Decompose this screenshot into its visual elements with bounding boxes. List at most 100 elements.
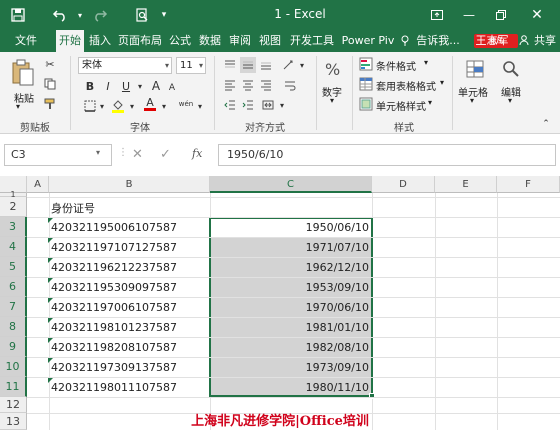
- column-header-c[interactable]: C: [210, 176, 372, 193]
- user-name[interactable]: 王志军: [470, 30, 514, 52]
- paste-icon[interactable]: [8, 56, 38, 90]
- align-right-icon[interactable]: [258, 77, 274, 93]
- row-header[interactable]: 12: [0, 397, 27, 413]
- cell-c5[interactable]: 1962/12/10: [210, 261, 372, 274]
- row-header[interactable]: 13: [0, 413, 27, 430]
- paste-dropdown-icon[interactable]: ▾: [16, 102, 20, 111]
- format-as-table-dropdown-icon[interactable]: ▾: [440, 78, 444, 87]
- formula-input[interactable]: 1950/6/10: [218, 144, 556, 166]
- tab-formulas[interactable]: 公式: [166, 30, 194, 52]
- editing-dropdown-icon[interactable]: ▾: [508, 96, 512, 105]
- collapse-ribbon-icon[interactable]: ⌃: [538, 116, 554, 132]
- cut-icon[interactable]: ✂: [42, 56, 58, 72]
- tab-review[interactable]: 审阅: [226, 30, 254, 52]
- format-as-table-icon[interactable]: [358, 76, 374, 92]
- cancel-entry-icon[interactable]: ✕: [132, 147, 143, 162]
- align-bottom-icon[interactable]: [258, 57, 274, 73]
- font-name-select[interactable]: 宋体 ▾: [78, 57, 172, 74]
- cell-c6[interactable]: 1953/09/10: [210, 281, 372, 294]
- number-dropdown-icon[interactable]: ▾: [330, 96, 334, 105]
- tab-file[interactable]: 文件: [10, 30, 42, 52]
- number-format-icon[interactable]: %: [322, 56, 346, 82]
- row-header[interactable]: 8: [0, 317, 27, 337]
- cell-b2[interactable]: 身份证号: [51, 200, 95, 216]
- row-header[interactable]: 3: [0, 217, 27, 237]
- cell-c8[interactable]: 1981/01/10: [210, 321, 372, 334]
- tab-developer[interactable]: 开发工具: [286, 30, 338, 52]
- row-header[interactable]: 4: [0, 237, 27, 257]
- name-box-dropdown-icon[interactable]: ▾: [96, 148, 100, 157]
- spreadsheet-grid[interactable]: A B C D E F 1 2 3 4 5 6 7 8 9 10 11 12 1…: [0, 176, 560, 430]
- cell-b10[interactable]: 420321197309137587: [51, 361, 177, 374]
- wrap-text-icon[interactable]: [282, 77, 298, 93]
- font-size-select[interactable]: 11 ▾: [176, 57, 206, 74]
- format-as-table-label[interactable]: 套用表格格式: [376, 78, 436, 93]
- print-preview-icon[interactable]: [132, 5, 152, 25]
- bold-button[interactable]: B: [82, 78, 98, 94]
- conditional-formatting-dropdown-icon[interactable]: ▾: [424, 58, 428, 67]
- conditional-formatting-icon[interactable]: [358, 56, 374, 72]
- restore-icon[interactable]: [488, 5, 514, 25]
- cell-styles-dropdown-icon[interactable]: ▾: [428, 98, 432, 107]
- share-button[interactable]: 共享: [532, 30, 558, 52]
- cell-c9[interactable]: 1982/08/10: [210, 341, 372, 354]
- column-header-e[interactable]: E: [435, 176, 497, 193]
- conditional-formatting-label[interactable]: 条件格式: [376, 58, 416, 73]
- cell-b3[interactable]: 420321195006107587: [51, 221, 177, 234]
- align-top-icon[interactable]: [222, 57, 238, 73]
- minimize-icon[interactable]: —: [456, 5, 482, 25]
- tab-page-layout[interactable]: 页面布局: [116, 30, 164, 52]
- close-icon[interactable]: ✕: [524, 5, 550, 25]
- column-header-f[interactable]: F: [497, 176, 560, 193]
- align-left-icon[interactable]: [222, 77, 238, 93]
- cell-b5[interactable]: 420321196212237587: [51, 261, 177, 274]
- phonetic-dropdown-icon[interactable]: ▾: [192, 98, 208, 114]
- cell-b4[interactable]: 420321197107127587: [51, 241, 177, 254]
- undo-icon[interactable]: [50, 5, 70, 25]
- row-header[interactable]: 9: [0, 337, 27, 357]
- copy-icon[interactable]: [42, 76, 58, 92]
- fill-color-dropdown-icon[interactable]: ▾: [124, 98, 140, 114]
- cell-b7[interactable]: 420321197006107587: [51, 301, 177, 314]
- format-painter-icon[interactable]: [42, 96, 58, 112]
- grow-font-button[interactable]: A: [148, 78, 164, 94]
- find-icon[interactable]: [498, 56, 524, 82]
- cell-styles-label[interactable]: 单元格样式: [376, 98, 426, 113]
- customize-toolbar-icon[interactable]: ▾: [154, 5, 174, 25]
- underline-dropdown-icon[interactable]: ▾: [132, 78, 148, 94]
- cell-styles-icon[interactable]: [358, 96, 374, 112]
- undo-dropdown-icon[interactable]: ▾: [70, 5, 90, 25]
- tab-data[interactable]: 数据: [196, 30, 224, 52]
- cell-b11[interactable]: 420321198011107587: [51, 381, 177, 394]
- align-middle-icon[interactable]: [240, 57, 256, 73]
- row-header[interactable]: 7: [0, 297, 27, 317]
- cell-b9[interactable]: 420321198208107587: [51, 341, 177, 354]
- row-header[interactable]: 10: [0, 357, 27, 377]
- cell-c7[interactable]: 1970/06/10: [210, 301, 372, 314]
- row-header[interactable]: 2: [0, 197, 27, 217]
- tell-me-search[interactable]: 告诉我...: [412, 30, 464, 52]
- cell-c11[interactable]: 1980/11/10: [210, 381, 372, 394]
- align-center-icon[interactable]: [240, 77, 256, 93]
- cell-c3[interactable]: 1950/06/10: [210, 221, 372, 234]
- decrease-indent-icon[interactable]: [222, 97, 238, 113]
- column-header-b[interactable]: B: [49, 176, 210, 193]
- cell-b6[interactable]: 420321195309097587: [51, 281, 177, 294]
- tab-home[interactable]: 开始: [56, 30, 84, 52]
- column-header-d[interactable]: D: [372, 176, 435, 193]
- insert-function-button[interactable]: fx: [192, 147, 202, 160]
- font-color-dropdown-icon[interactable]: ▾: [156, 98, 172, 114]
- cells-icon[interactable]: [462, 56, 488, 82]
- cell-c10[interactable]: 1973/09/10: [210, 361, 372, 374]
- italic-button[interactable]: I: [100, 78, 116, 94]
- orientation-dropdown-icon[interactable]: ▾: [294, 57, 310, 73]
- save-icon[interactable]: [8, 5, 28, 25]
- tab-power-pivot[interactable]: Power Piv: [340, 30, 396, 52]
- cell-c4[interactable]: 1971/07/10: [210, 241, 372, 254]
- cell-b8[interactable]: 420321198101237587: [51, 321, 177, 334]
- tab-insert[interactable]: 插入: [86, 30, 114, 52]
- row-header[interactable]: 5: [0, 257, 27, 277]
- tab-view[interactable]: 视图: [256, 30, 284, 52]
- borders-dropdown-icon[interactable]: ▾: [94, 98, 110, 114]
- column-header-a[interactable]: A: [27, 176, 49, 193]
